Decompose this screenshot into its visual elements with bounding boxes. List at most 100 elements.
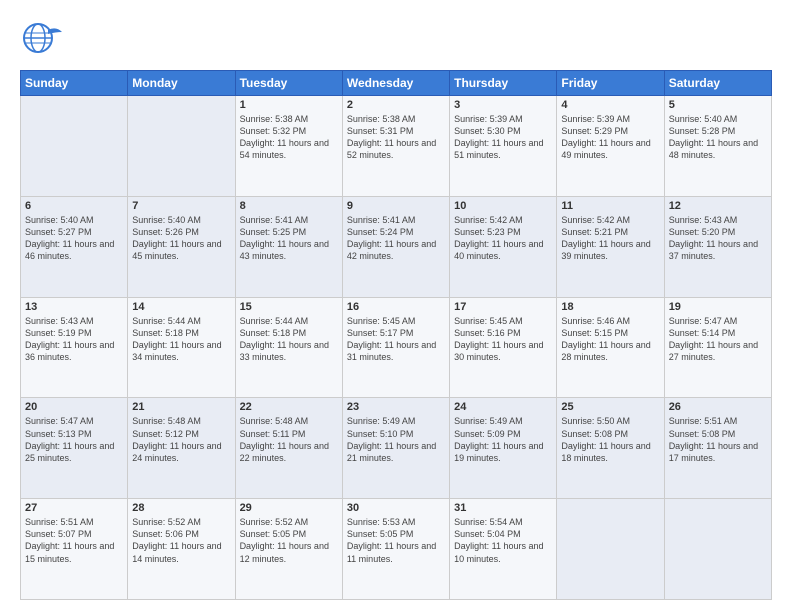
day-number: 19 (669, 301, 767, 313)
day-number: 16 (347, 301, 445, 313)
day-number: 21 (132, 401, 230, 413)
calendar-cell: 16 Sunrise: 5:45 AM Sunset: 5:17 PM Dayli… (342, 297, 449, 398)
day-info: Sunrise: 5:43 AM Sunset: 5:20 PM Dayligh… (669, 214, 767, 263)
calendar-cell: 2 Sunrise: 5:38 AM Sunset: 5:31 PM Daylig… (342, 96, 449, 197)
calendar-cell: 1 Sunrise: 5:38 AM Sunset: 5:32 PM Daylig… (235, 96, 342, 197)
day-info: Sunrise: 5:45 AM Sunset: 5:17 PM Dayligh… (347, 315, 445, 364)
calendar-cell: 30 Sunrise: 5:53 AM Sunset: 5:05 PM Dayli… (342, 499, 449, 600)
calendar-cell: 10 Sunrise: 5:42 AM Sunset: 5:23 PM Dayli… (450, 196, 557, 297)
day-info: Sunrise: 5:52 AM Sunset: 5:05 PM Dayligh… (240, 516, 338, 565)
day-info: Sunrise: 5:38 AM Sunset: 5:32 PM Dayligh… (240, 113, 338, 162)
day-info: Sunrise: 5:44 AM Sunset: 5:18 PM Dayligh… (240, 315, 338, 364)
day-info: Sunrise: 5:40 AM Sunset: 5:28 PM Dayligh… (669, 113, 767, 162)
day-info: Sunrise: 5:41 AM Sunset: 5:25 PM Dayligh… (240, 214, 338, 263)
day-number: 3 (454, 99, 552, 111)
calendar-cell (664, 499, 771, 600)
day-number: 28 (132, 502, 230, 514)
calendar-cell: 8 Sunrise: 5:41 AM Sunset: 5:25 PM Daylig… (235, 196, 342, 297)
day-info: Sunrise: 5:48 AM Sunset: 5:12 PM Dayligh… (132, 415, 230, 464)
weekday-header: Friday (557, 71, 664, 96)
calendar-body: 1 Sunrise: 5:38 AM Sunset: 5:32 PM Daylig… (21, 96, 772, 600)
logo (20, 16, 60, 60)
weekday-header: Saturday (664, 71, 771, 96)
calendar-cell: 18 Sunrise: 5:46 AM Sunset: 5:15 PM Dayli… (557, 297, 664, 398)
weekday-header: Wednesday (342, 71, 449, 96)
calendar-cell: 7Sunrise: 5:40 AM Sunset: 5:26 PM Daylig… (128, 196, 235, 297)
day-number: 17 (454, 301, 552, 313)
day-number: 10 (454, 200, 552, 212)
day-info: Sunrise: 5:43 AM Sunset: 5:19 PM Dayligh… (25, 315, 123, 364)
day-number: 15 (240, 301, 338, 313)
calendar-cell: 26 Sunrise: 5:51 AM Sunset: 5:08 PM Dayli… (664, 398, 771, 499)
day-info: Sunrise: 5:46 AM Sunset: 5:15 PM Dayligh… (561, 315, 659, 364)
calendar-cell: 6 Sunrise: 5:40 AM Sunset: 5:27 PM Daylig… (21, 196, 128, 297)
day-number: 30 (347, 502, 445, 514)
day-number: 14 (132, 301, 230, 313)
day-number: 24 (454, 401, 552, 413)
day-info: Sunrise: 5:40 AM Sunset: 5:26 PM Dayligh… (132, 214, 230, 263)
calendar-cell: 13 Sunrise: 5:43 AM Sunset: 5:19 PM Dayli… (21, 297, 128, 398)
calendar-cell: 4Sunrise: 5:39 AM Sunset: 5:29 PM Daylig… (557, 96, 664, 197)
day-number: 8 (240, 200, 338, 212)
day-number: 29 (240, 502, 338, 514)
calendar-cell: 14 Sunrise: 5:44 AM Sunset: 5:18 PM Dayli… (128, 297, 235, 398)
day-info: Sunrise: 5:38 AM Sunset: 5:31 PM Dayligh… (347, 113, 445, 162)
calendar-cell: 31 Sunrise: 5:54 AM Sunset: 5:04 PM Dayli… (450, 499, 557, 600)
calendar-cell: 22 Sunrise: 5:48 AM Sunset: 5:11 PM Dayli… (235, 398, 342, 499)
calendar-cell (21, 96, 128, 197)
weekday-header: Sunday (21, 71, 128, 96)
day-number: 2 (347, 99, 445, 111)
day-number: 31 (454, 502, 552, 514)
calendar-week-row: 1 Sunrise: 5:38 AM Sunset: 5:32 PM Daylig… (21, 96, 772, 197)
day-number: 26 (669, 401, 767, 413)
calendar-week-row: 27 Sunrise: 5:51 AM Sunset: 5:07 PM Dayli… (21, 499, 772, 600)
day-number: 13 (25, 301, 123, 313)
day-info: Sunrise: 5:48 AM Sunset: 5:11 PM Dayligh… (240, 415, 338, 464)
calendar-cell: 5 Sunrise: 5:40 AM Sunset: 5:28 PM Daylig… (664, 96, 771, 197)
day-number: 1 (240, 99, 338, 111)
day-number: 5 (669, 99, 767, 111)
day-number: 27 (25, 502, 123, 514)
calendar-cell: 21 Sunrise: 5:48 AM Sunset: 5:12 PM Dayli… (128, 398, 235, 499)
weekday-header: Tuesday (235, 71, 342, 96)
day-info: Sunrise: 5:49 AM Sunset: 5:10 PM Dayligh… (347, 415, 445, 464)
calendar-cell: 20Sunrise: 5:47 AM Sunset: 5:13 PM Dayli… (21, 398, 128, 499)
day-info: Sunrise: 5:53 AM Sunset: 5:05 PM Dayligh… (347, 516, 445, 565)
calendar-cell (128, 96, 235, 197)
day-info: Sunrise: 5:51 AM Sunset: 5:07 PM Dayligh… (25, 516, 123, 565)
day-info: Sunrise: 5:51 AM Sunset: 5:08 PM Dayligh… (669, 415, 767, 464)
calendar-week-row: 20Sunrise: 5:47 AM Sunset: 5:13 PM Dayli… (21, 398, 772, 499)
day-info: Sunrise: 5:39 AM Sunset: 5:30 PM Dayligh… (454, 113, 552, 162)
day-number: 25 (561, 401, 659, 413)
logo-icon (20, 16, 64, 60)
day-info: Sunrise: 5:47 AM Sunset: 5:14 PM Dayligh… (669, 315, 767, 364)
day-number: 6 (25, 200, 123, 212)
day-info: Sunrise: 5:54 AM Sunset: 5:04 PM Dayligh… (454, 516, 552, 565)
day-info: Sunrise: 5:40 AM Sunset: 5:27 PM Dayligh… (25, 214, 123, 263)
calendar-cell: 25 Sunrise: 5:50 AM Sunset: 5:08 PM Dayli… (557, 398, 664, 499)
header (20, 16, 772, 60)
calendar-cell: 29 Sunrise: 5:52 AM Sunset: 5:05 PM Dayli… (235, 499, 342, 600)
calendar-cell: 24 Sunrise: 5:49 AM Sunset: 5:09 PM Dayli… (450, 398, 557, 499)
calendar-cell: 17 Sunrise: 5:45 AM Sunset: 5:16 PM Dayli… (450, 297, 557, 398)
calendar-cell: 11Sunrise: 5:42 AM Sunset: 5:21 PM Dayli… (557, 196, 664, 297)
day-number: 18 (561, 301, 659, 313)
day-info: Sunrise: 5:49 AM Sunset: 5:09 PM Dayligh… (454, 415, 552, 464)
calendar-cell: 3 Sunrise: 5:39 AM Sunset: 5:30 PM Daylig… (450, 96, 557, 197)
day-info: Sunrise: 5:42 AM Sunset: 5:23 PM Dayligh… (454, 214, 552, 263)
day-info: Sunrise: 5:45 AM Sunset: 5:16 PM Dayligh… (454, 315, 552, 364)
day-number: 22 (240, 401, 338, 413)
day-number: 11 (561, 200, 659, 212)
calendar-cell: 27 Sunrise: 5:51 AM Sunset: 5:07 PM Dayli… (21, 499, 128, 600)
day-number: 23 (347, 401, 445, 413)
day-number: 12 (669, 200, 767, 212)
calendar-table: SundayMondayTuesdayWednesdayThursdayFrid… (20, 70, 772, 600)
day-info: Sunrise: 5:52 AM Sunset: 5:06 PM Dayligh… (132, 516, 230, 565)
day-info: Sunrise: 5:44 AM Sunset: 5:18 PM Dayligh… (132, 315, 230, 364)
weekday-header: Thursday (450, 71, 557, 96)
day-info: Sunrise: 5:50 AM Sunset: 5:08 PM Dayligh… (561, 415, 659, 464)
day-number: 9 (347, 200, 445, 212)
calendar-cell: 9Sunrise: 5:41 AM Sunset: 5:24 PM Daylig… (342, 196, 449, 297)
calendar-week-row: 13 Sunrise: 5:43 AM Sunset: 5:19 PM Dayli… (21, 297, 772, 398)
day-info: Sunrise: 5:47 AM Sunset: 5:13 PM Dayligh… (25, 415, 123, 464)
